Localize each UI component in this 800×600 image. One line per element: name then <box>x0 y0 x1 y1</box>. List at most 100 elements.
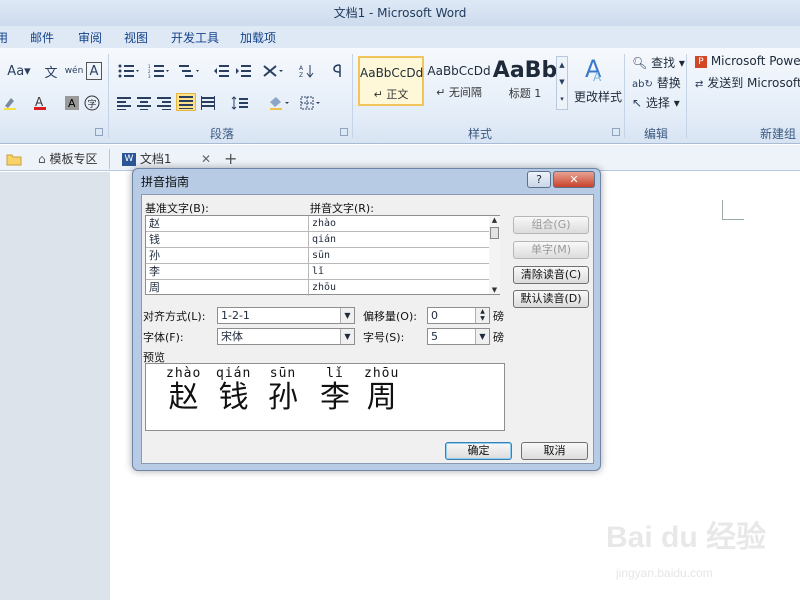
word-doc-icon: W <box>122 153 136 166</box>
preview-pinyin: qián <box>216 366 252 381</box>
group-label-paragraph: 段落 <box>210 127 235 141</box>
tab-mailings[interactable]: 邮件 <box>30 29 54 46</box>
ruby-text-cell[interactable]: qián <box>309 232 489 248</box>
paragraph-dialog-launcher[interactable] <box>340 128 348 136</box>
multilevel-list-icon[interactable] <box>176 62 202 80</box>
tab-addins[interactable]: 加载项 <box>240 29 276 46</box>
tab-review[interactable]: 审阅 <box>78 29 102 46</box>
font-dialog-launcher[interactable] <box>95 128 103 136</box>
templates-tab[interactable]: ⌂ 模板专区 <box>30 149 110 169</box>
chinese-layout-icon[interactable] <box>260 62 286 80</box>
select-button[interactable]: ↖ 选择 ▾ <box>632 94 680 111</box>
line-spacing-icon[interactable] <box>230 94 254 112</box>
base-text-cell[interactable]: 李 <box>146 264 309 280</box>
default-reading-button[interactable]: 默认读音(D) <box>513 290 589 308</box>
sort-icon[interactable]: AZ <box>298 62 316 80</box>
tab-partial[interactable]: 用 <box>0 29 8 46</box>
group-label-styles: 样式 <box>468 127 493 141</box>
justify-icon[interactable] <box>176 93 196 111</box>
change-case-button[interactable]: Aa▾ <box>6 62 32 80</box>
ok-button[interactable]: 确定 <box>445 442 512 460</box>
clear-reading-button[interactable]: 清除读音(C) <box>513 266 589 284</box>
spinner-arrows-icon[interactable]: ▲ ▼ <box>475 308 489 323</box>
style-heading-1[interactable]: AaBb 标题 1 <box>492 56 558 106</box>
show-marks-icon[interactable] <box>328 62 346 80</box>
svg-text:A: A <box>35 95 44 109</box>
scroll-thumb[interactable] <box>490 227 499 239</box>
cancel-button[interactable]: 取消 <box>521 442 588 460</box>
base-text-cell[interactable]: 周 <box>146 280 309 296</box>
increase-indent-icon[interactable] <box>234 62 252 80</box>
powerpoint-icon: P <box>695 55 707 68</box>
enclose-char-icon[interactable]: 字 <box>84 94 100 112</box>
base-text-cell[interactable]: 孙 <box>146 248 309 264</box>
size-select[interactable]: 5 ▼ <box>427 328 490 345</box>
find-button[interactable]: 🔍︎ 查找 ▾ <box>632 54 685 71</box>
preview-box: zhào 赵 qián 钱 sūn 孙 lǐ 李 zhōu 周 <box>145 363 505 431</box>
style-no-spacing[interactable]: AaBbCcDd ↵ 无间隔 <box>426 56 492 106</box>
highlight-icon[interactable] <box>2 94 18 112</box>
align-right-icon[interactable] <box>156 94 172 112</box>
font-value: 宋体 <box>221 330 243 343</box>
send-to-microsoft-button[interactable]: ⇄ 发送到 Microsoft <box>695 74 800 91</box>
style-normal[interactable]: AaBbCcDd ↵ 正文 <box>358 56 424 106</box>
ruby-text-label: 拼音文字(R): <box>310 202 374 215</box>
base-text-cell[interactable]: 赵 <box>146 216 309 232</box>
scroll-down-icon[interactable]: ▼ <box>489 286 500 294</box>
select-cursor-icon: ↖ <box>632 96 643 110</box>
select-label: 选择 ▾ <box>645 96 680 110</box>
folder-icon[interactable] <box>6 149 24 169</box>
align-center-icon[interactable] <box>136 94 152 112</box>
send-to-powerpoint-button[interactable]: P Microsoft PowerI <box>695 54 800 68</box>
decrease-indent-icon[interactable] <box>212 62 230 80</box>
replace-icon: ab↻ <box>632 79 653 90</box>
chevron-down-icon[interactable]: ▼ <box>475 329 489 344</box>
styles-gallery-scroll[interactable]: ▲ ▼ ▾ <box>556 56 568 110</box>
new-tab-icon[interactable]: + <box>224 149 238 169</box>
scroll-up-icon[interactable]: ▲ <box>489 216 500 224</box>
alignment-value: 1-2-1 <box>221 309 250 322</box>
char-shading-icon[interactable]: A <box>64 94 80 112</box>
group-label-new: 新建组 <box>760 127 797 141</box>
close-tab-icon[interactable]: ✕ <box>201 149 213 169</box>
font-label: 字体(F): <box>143 331 184 344</box>
phonetic-grid: 赵 zhào 钱 qián 孙 sūn 李 lǐ 周 zhōu ▲ ▼ <box>145 215 500 296</box>
phonetic-wen-button[interactable]: wén <box>64 62 84 80</box>
svg-text:3: 3 <box>148 74 151 78</box>
bullets-icon[interactable] <box>116 62 142 80</box>
offset-spinner[interactable]: 0 ▲ ▼ <box>427 307 490 324</box>
chevron-down-icon[interactable]: ▼ <box>340 329 354 344</box>
shading-icon[interactable] <box>266 94 292 112</box>
change-styles-button[interactable]: 更改样式 <box>574 88 622 105</box>
svg-text:A: A <box>68 97 76 110</box>
ribbon-separator <box>686 54 687 138</box>
font-color-icon[interactable]: A <box>30 94 52 112</box>
char-border-button[interactable]: A <box>86 62 102 80</box>
base-text-cell[interactable]: 钱 <box>146 232 309 248</box>
ruby-text-cell[interactable]: zhào <box>309 216 489 232</box>
mono-button[interactable]: 单字(M) <box>513 241 589 259</box>
replace-button[interactable]: ab↻ 替换 <box>632 74 681 91</box>
group-button[interactable]: 组合(G) <box>513 216 589 234</box>
borders-icon[interactable] <box>298 94 324 112</box>
ruby-text-cell[interactable]: lǐ <box>309 264 489 280</box>
styles-dialog-launcher[interactable] <box>612 128 620 136</box>
replace-label: 替换 <box>656 76 681 90</box>
tab-view[interactable]: 视图 <box>124 29 148 46</box>
numbering-icon[interactable]: 123 <box>146 62 172 80</box>
phonetic-guide-button[interactable]: 文 <box>42 62 60 81</box>
font-select[interactable]: 宋体 ▼ <box>217 328 355 345</box>
grid-scrollbar[interactable]: ▲ ▼ <box>489 216 500 294</box>
tab-developer[interactable]: 开发工具 <box>171 29 219 46</box>
alignment-select[interactable]: 1-2-1 ▼ <box>217 307 355 324</box>
ruby-text-cell[interactable]: sūn <box>309 248 489 264</box>
help-button[interactable]: ? <box>527 171 551 188</box>
chevron-down-icon[interactable]: ▼ <box>340 308 354 323</box>
distributed-icon[interactable] <box>200 94 216 112</box>
watermark-logo: Bai du 经验 <box>606 521 767 554</box>
ruby-text-cell[interactable]: zhōu <box>309 280 489 296</box>
change-styles-icon[interactable]: AA <box>582 54 610 84</box>
preview-hanzi: 李 <box>320 380 350 415</box>
align-left-icon[interactable] <box>116 94 132 112</box>
dialog-close-button[interactable]: ✕ <box>553 171 595 188</box>
